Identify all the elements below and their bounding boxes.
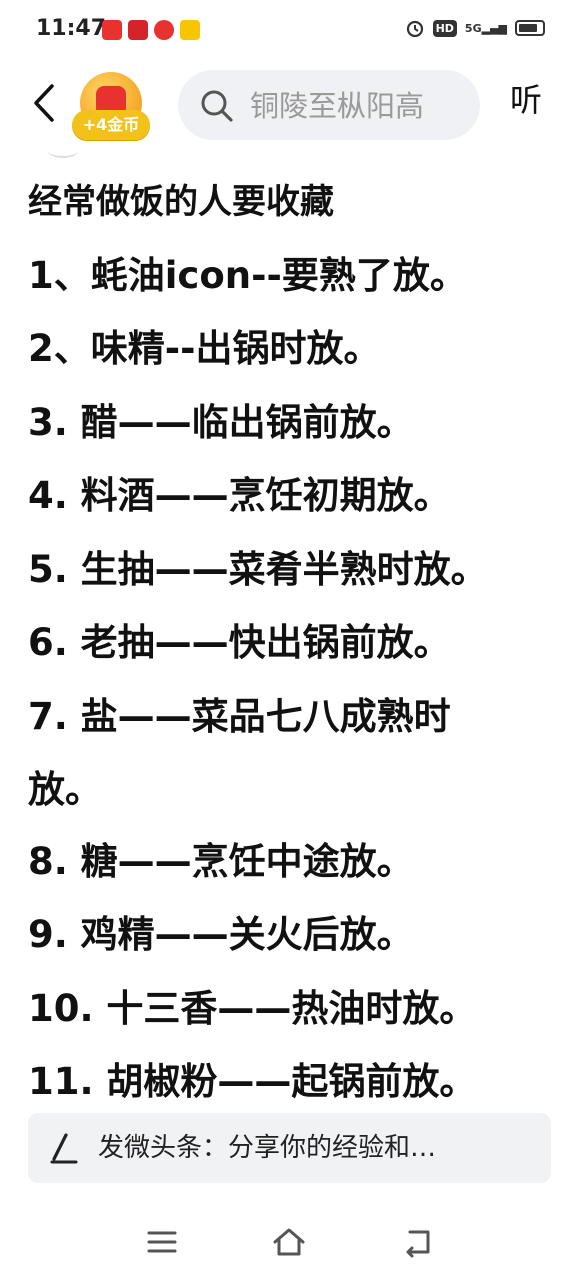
article-line: 8. 糖——烹饪中途放。 <box>28 840 414 883</box>
article-body: 经常做饭的人要收藏 1、蚝油icon--要熟了放。 2、味精--出锅时放。 3.… <box>0 150 579 1105</box>
notification-app-icon <box>154 20 174 40</box>
hd-badge: HD <box>432 19 457 37</box>
status-time: 11:47 <box>36 16 107 41</box>
article-line: 7. 盐——菜品七八成熟时 <box>28 695 451 738</box>
network-type: 5G <box>464 21 482 35</box>
article-title: 经常做饭的人要收藏 <box>28 182 334 222</box>
avatar <box>48 150 78 158</box>
search-icon <box>201 90 233 122</box>
chevron-left-icon[interactable] <box>24 80 64 126</box>
article-line: 11. 胡椒粉——起锅前放。 <box>28 1060 477 1103</box>
listen-button[interactable]: 听 <box>510 80 542 120</box>
coin-reward-badge[interactable]: +4金币 <box>72 72 150 146</box>
alarm-icon <box>406 20 423 38</box>
system-nav-bar <box>0 1208 579 1280</box>
notification-app-icon <box>180 20 200 40</box>
notification-app-icon <box>128 20 148 40</box>
signal-icon: 5G▂▄▆ <box>464 21 507 35</box>
compose-prompt: 发微头条：分享你的经验和… <box>98 1133 437 1163</box>
status-bar: 11:47 HD 5G▂▄▆ <box>0 0 579 62</box>
back-icon[interactable] <box>400 1224 436 1260</box>
article-line: 2、味精--出锅时放。 <box>28 327 381 370</box>
article-line: 1、蚝油icon--要熟了放。 <box>28 254 467 297</box>
pen-icon <box>50 1133 78 1164</box>
article-line: 放。 <box>28 768 102 811</box>
battery-fill <box>519 24 538 32</box>
status-indicators: HD 5G▂▄▆ <box>405 18 545 38</box>
top-bar: +4金币 铜陵至枞阳高 听 <box>0 62 579 150</box>
article-line: 9. 鸡精——关火后放。 <box>28 913 414 956</box>
search-placeholder: 铜陵至枞阳高 <box>250 89 425 123</box>
article-line: 3. 醋——临出锅前放。 <box>28 401 414 444</box>
menu-icon[interactable] <box>144 1224 180 1260</box>
article-line: 5. 生抽——菜肴半熟时放。 <box>28 548 488 591</box>
coin-reward-label: +4金币 <box>72 110 150 140</box>
article-line: 6. 老抽——快出锅前放。 <box>28 621 451 664</box>
article-line: 4. 料酒——烹饪初期放。 <box>28 474 451 517</box>
search-input[interactable]: 铜陵至枞阳高 <box>178 70 480 140</box>
article-line: 10. 十三香——热油时放。 <box>28 987 477 1030</box>
compose-post-bar[interactable]: 发微头条：分享你的经验和… <box>28 1113 551 1183</box>
battery-icon <box>515 20 545 36</box>
home-icon[interactable] <box>271 1224 307 1260</box>
notification-app-icon <box>102 20 122 40</box>
